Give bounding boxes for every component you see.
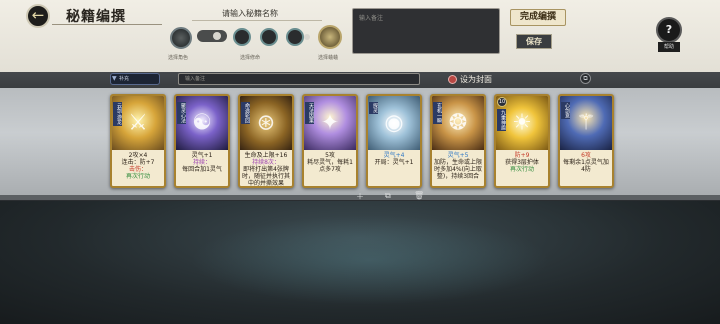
card-text-line: 灵气+4 <box>383 152 405 159</box>
title-underline <box>52 24 162 25</box>
card-text-line: 持续8次： <box>252 159 280 166</box>
card-text-line: 防+9 <box>514 152 530 159</box>
card-note-input[interactable]: 输入备注 <box>178 73 420 85</box>
card-text-line: 加防，生命或上限时多加4%(向上取整)，持续3回合 <box>434 159 483 180</box>
card-art-icon: ✦ <box>320 110 340 136</box>
card-name: 天法因果 <box>305 102 314 124</box>
card[interactable]: ☀ 10 九重神盾防+9 获得3层护体 再次行动 <box>494 94 550 188</box>
card-text-line: 2攻×4 <box>128 152 148 159</box>
card-note-placeholder: 输入备注 <box>185 76 206 82</box>
card-text-line: 再次行动 <box>509 166 534 173</box>
pet-slot-label: 选择蛐蛐 <box>318 55 339 61</box>
card-text-line: 获得3层护体 <box>505 159 539 166</box>
card-name: 云剑·游龙 <box>113 102 122 126</box>
card-cost: 10 <box>497 97 507 107</box>
card-art-icon: ☀ <box>512 110 532 136</box>
role-switch[interactable] <box>197 30 227 42</box>
cover-radio[interactable] <box>448 75 457 84</box>
card-name: 玄机一瞬 <box>433 102 442 124</box>
card-description: 防+9 获得3层护体 再次行动 <box>496 150 548 186</box>
card-name: 九重神盾 <box>497 109 506 131</box>
card-description: 6攻 每剩余1点灵气加4防 <box>560 150 612 186</box>
save-button[interactable]: 保存 <box>516 34 552 49</box>
note-placeholder: 输入备注 <box>359 15 384 22</box>
card-art-icon: ☯ <box>192 110 212 136</box>
cultivation-slot-label: 选择修命 <box>240 55 261 61</box>
role-avatar-slot[interactable] <box>170 27 192 49</box>
card-text-line: 每剩余1点灵气加4防 <box>563 159 609 173</box>
plus-icon[interactable]: ＋ <box>356 191 364 202</box>
card[interactable]: ☯ 聚灵心法灵气+1 持续： 每回合加1灵气 <box>174 94 230 188</box>
card[interactable]: ❂ 玄机一瞬灵气+5 加防，生命或上限时多加4%(向上取整)，持续3回合 <box>430 94 486 188</box>
page-title: 秘籍编撰 <box>66 9 126 25</box>
book-name-input[interactable]: 请输入秘籍名称 <box>222 8 278 19</box>
card-text-line: 生命及上限+16 <box>244 152 288 159</box>
top-bar: ← 秘籍编撰 请输入秘籍名称 选择角色 选择修命 选择蛐蛐 输入备注 完成编撰 … <box>0 0 720 72</box>
card-text-line: 5攻 <box>325 152 335 159</box>
duplicate-icon[interactable]: ⧉ <box>385 191 391 201</box>
help-icon[interactable]: ? <box>656 17 682 43</box>
cultivation-slot-3[interactable] <box>286 28 304 46</box>
card-text-line: 持续： <box>192 159 211 166</box>
card-description: 灵气+4 开局：灵气+1 <box>368 150 420 186</box>
card[interactable]: ⊛ 命途轮回生命及上限+16 持续8次： 即将打出第4张牌时，随征并执行其中的并撕效果 <box>238 94 294 188</box>
slot-dot <box>304 34 310 40</box>
card-name: 命途轮回 <box>241 102 250 124</box>
chevron-down-icon: ▼ <box>112 75 117 82</box>
cultivation-slot-2[interactable] <box>260 28 278 46</box>
card[interactable]: ◉ 探灵灵气+4 开局：灵气+1 <box>366 94 422 188</box>
card-text-line: 灵气+1 <box>191 152 213 159</box>
cover-label[interactable]: 设为封面 <box>460 74 492 85</box>
card-text-line: 再次行动 <box>125 173 150 180</box>
card-name: 心剑意 <box>561 102 570 119</box>
card-art-icon: ❂ <box>448 110 468 136</box>
card-description: 5攻 耗尽灵气，每耗1点多7攻 <box>304 150 356 186</box>
card[interactable]: ⚚ 心剑意 6攻 每剩余1点灵气加4防 <box>558 94 614 188</box>
toolbar: ▼ 补充 输入备注 设为封面 ⧉ <box>0 72 720 88</box>
card-text-line: 6攻 <box>581 152 591 159</box>
card-text-line: 每回合加1灵气 <box>182 166 222 173</box>
card-art-icon: ⚚ <box>576 110 596 136</box>
card-art-icon: ⊛ <box>256 110 276 136</box>
tag-dropdown[interactable]: ▼ 补充 <box>110 73 160 85</box>
switch-dot <box>213 32 221 40</box>
card-description: 灵气+1 持续： 每回合加1灵气 <box>176 150 228 186</box>
card-name: 探灵 <box>369 102 378 114</box>
name-underline <box>192 20 322 21</box>
card-art-icon: ⚔ <box>128 110 148 136</box>
background-glow <box>190 215 550 305</box>
card-text-line: 即将打出第4张牌时，随征并执行其中的并撕效果 <box>242 166 291 187</box>
tag-label: 补充 <box>119 76 130 82</box>
card-text-line: 连击：防+7 <box>121 159 155 166</box>
role-slot-label: 选择角色 <box>168 55 189 61</box>
card-text-line: 开局：灵气+1 <box>374 159 414 166</box>
card-description: 2攻×4 连击：防+7 击伤： 再次行动 <box>112 150 164 186</box>
pet-avatar-slot[interactable] <box>318 25 342 49</box>
card-text-line: 耗尽灵气，每耗1点多7攻 <box>307 159 353 173</box>
help-label: 帮助 <box>658 42 680 52</box>
card-text-line: 击伤： <box>128 166 147 173</box>
back-arrow-icon[interactable]: ← <box>26 4 50 28</box>
copy-icon[interactable]: ⧉ <box>580 73 591 84</box>
card[interactable]: ⚔ 云剑·游龙 2攻×4 连击：防+7 击伤： 再次行动 <box>110 94 166 188</box>
cultivation-slot-1[interactable] <box>233 28 251 46</box>
note-textarea[interactable]: 输入备注 <box>352 8 500 54</box>
card[interactable]: ✦ 天法因果 5攻 耗尽灵气，每耗1点多7攻 <box>302 94 358 188</box>
trash-icon[interactable]: 🗑 <box>414 191 424 200</box>
card-description: 生命及上限+16 持续8次： 即将打出第4张牌时，随征并执行其中的并撕效果 <box>240 150 292 186</box>
card-name: 聚灵心法 <box>177 102 186 124</box>
finish-button[interactable]: 完成编撰 <box>510 9 566 26</box>
card-art-icon: ◉ <box>384 110 404 136</box>
card-description: 灵气+5 加防，生命或上限时多加4%(向上取整)，持续3回合 <box>432 150 484 186</box>
card-text-line: 灵气+5 <box>447 152 469 159</box>
